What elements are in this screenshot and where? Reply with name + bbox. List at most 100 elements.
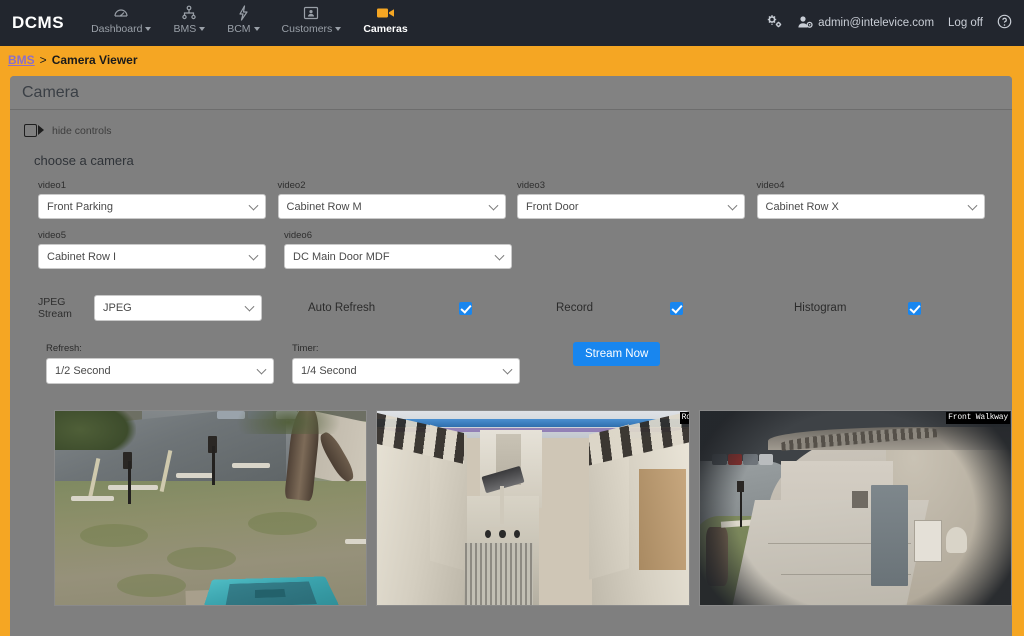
timer-value: 1/4 Second [301,365,357,377]
camera-select-group-video4: video4 Cabinet Row X [756,180,997,219]
camera-select-video6[interactable]: DC Main Door MDF [284,244,512,269]
chevron-down-icon [253,27,260,32]
breadcrumb: BMS > Camera Viewer [0,46,1024,74]
camera-feed-3-image [699,411,1011,605]
chevron-down-icon [502,364,513,375]
camera-feed-2[interactable]: Row M [376,410,690,606]
help-button[interactable] [997,14,1012,32]
equipment-cart [481,465,526,539]
user-account[interactable]: admin@intelevice.com [797,15,934,32]
refresh-group: Refresh: 1/2 Second [46,343,274,384]
camera-select-group-video2: video2 Cabinet Row M [277,180,518,219]
camera-select-label: video3 [517,180,545,191]
camera-select-row-1: video1 Front Parking video2 Cabinet Row … [38,180,996,219]
camera-select-grid: video1 Front Parking video2 Cabinet Row … [10,168,1012,269]
camera-thumbnail-row: Row M [10,384,1012,606]
user-email-label: admin@intelevice.com [818,17,935,29]
chevron-down-icon [727,200,738,211]
camera-select-value: Front Door [526,200,579,213]
camera-select-video5[interactable]: Cabinet Row I [38,244,266,269]
chevron-down-icon [256,364,267,375]
camera-feed-3[interactable]: Front Walkway [698,410,1012,606]
nav-item-label: BCM [227,23,260,35]
timer-group: Timer: 1/4 Second [292,343,520,384]
nav-menu: Dashboard BMS BCM Customers Cameras [80,0,419,46]
camera-select-value: Cabinet Row I [47,250,117,263]
refresh-value: 1/2 Second [55,365,111,377]
camera-select-video3[interactable]: Front Door [517,194,745,219]
nav-item-bcm[interactable]: BCM [216,0,270,35]
jpeg-stream-label-line1: JPEG [38,296,66,308]
camera-select-label: video2 [277,180,306,191]
camera-select-label: video1 [38,180,66,191]
choose-camera-heading: choose a camera [34,153,134,168]
logoff-link[interactable]: Log off [948,17,983,29]
breadcrumb-separator: > [39,53,47,67]
timer-select[interactable]: 1/4 Second [292,358,520,384]
speedometer-icon [113,5,129,21]
camera-select-label: video4 [756,180,785,191]
histogram-label: Histogram [794,302,847,314]
jpeg-stream-value: JPEG [103,302,132,314]
nav-item-label: Dashboard [91,23,152,35]
camera-feed-2-overlay-label: Row M [679,412,689,424]
sitemap-icon [182,5,197,21]
nav-item-label: Cameras [363,23,408,35]
chevron-down-icon [248,250,259,261]
camera-select-video1[interactable]: Front Parking [38,194,266,219]
jpeg-stream-select[interactable]: JPEG [94,295,262,321]
record-checkbox[interactable] [670,301,684,315]
page-title: Camera [22,83,79,101]
panel-header: Camera [10,76,1012,110]
chevron-down-icon [488,200,498,211]
chevron-down-icon [199,27,206,32]
chevron-down-icon [967,200,977,211]
histogram-checkbox[interactable] [908,301,922,315]
auto-refresh-checkbox[interactable] [459,301,473,315]
app-logo[interactable]: DCMS [0,0,80,46]
camera-select-group-video3: video3 Front Door [517,180,757,219]
camera-select-row-2: video5 Cabinet Row I video6 DC Main Door… [38,230,996,269]
camera-select-value: DC Main Door MDF [293,250,390,263]
video-camera-icon [376,5,395,21]
camera-feed-2-image [377,411,689,605]
help-circle-icon [997,14,1012,32]
timing-row: Refresh: 1/2 Second Timer: 1/4 Second St… [10,321,1012,384]
camera-select-value: Front Parking [47,200,114,213]
hide-controls-label: hide controls [52,124,112,137]
hide-controls-toggle[interactable]: hide controls [10,110,1012,137]
panel-body: hide controls choose a camera video1 Fro… [10,110,1012,606]
auto-refresh-label: Auto Refresh [308,302,376,314]
breadcrumb-link-bms[interactable]: BMS [8,53,35,67]
nav-item-dashboard[interactable]: Dashboard [80,0,162,35]
video-camera-icon [24,124,44,137]
chevron-down-icon [244,301,255,312]
nav-item-cameras[interactable]: Cameras [352,0,418,35]
camera-select-group-video1: video1 Front Parking [38,180,278,219]
timer-label: Timer: [292,343,319,354]
user-card-icon [303,5,319,21]
chevron-down-icon [145,27,152,32]
user-settings-icon [797,15,813,32]
nav-item-label: BMS [173,23,206,35]
nav-item-customers[interactable]: Customers [271,0,353,35]
chevron-down-icon [494,250,505,261]
stream-options-row: JPEG Stream JPEG Auto Refresh Record His… [10,269,1012,321]
nav-item-bms[interactable]: BMS [162,0,216,35]
chevron-down-icon [248,200,259,211]
camera-panel: Camera hide controls choose a camera vid… [10,76,1012,636]
nav-item-label: Customers [282,23,342,35]
settings-button[interactable] [766,14,783,32]
camera-select-video4[interactable]: Cabinet Row X [756,194,985,219]
record-label: Record [556,302,594,314]
refresh-select[interactable]: 1/2 Second [46,358,274,384]
camera-feed-1[interactable] [54,410,368,606]
jpeg-stream-label-line2: Stream [38,308,72,320]
jpeg-stream-label: JPEG Stream [38,296,80,320]
camera-select-value: Cabinet Row X [765,200,839,213]
camera-select-video2[interactable]: Cabinet Row M [277,194,506,219]
camera-feed-3-overlay-label: Front Walkway [946,412,1010,424]
bolt-icon [237,5,249,21]
camera-select-group-video6: video6 DC Main Door MDF [284,230,530,269]
stream-now-button[interactable]: Stream Now [573,342,661,366]
